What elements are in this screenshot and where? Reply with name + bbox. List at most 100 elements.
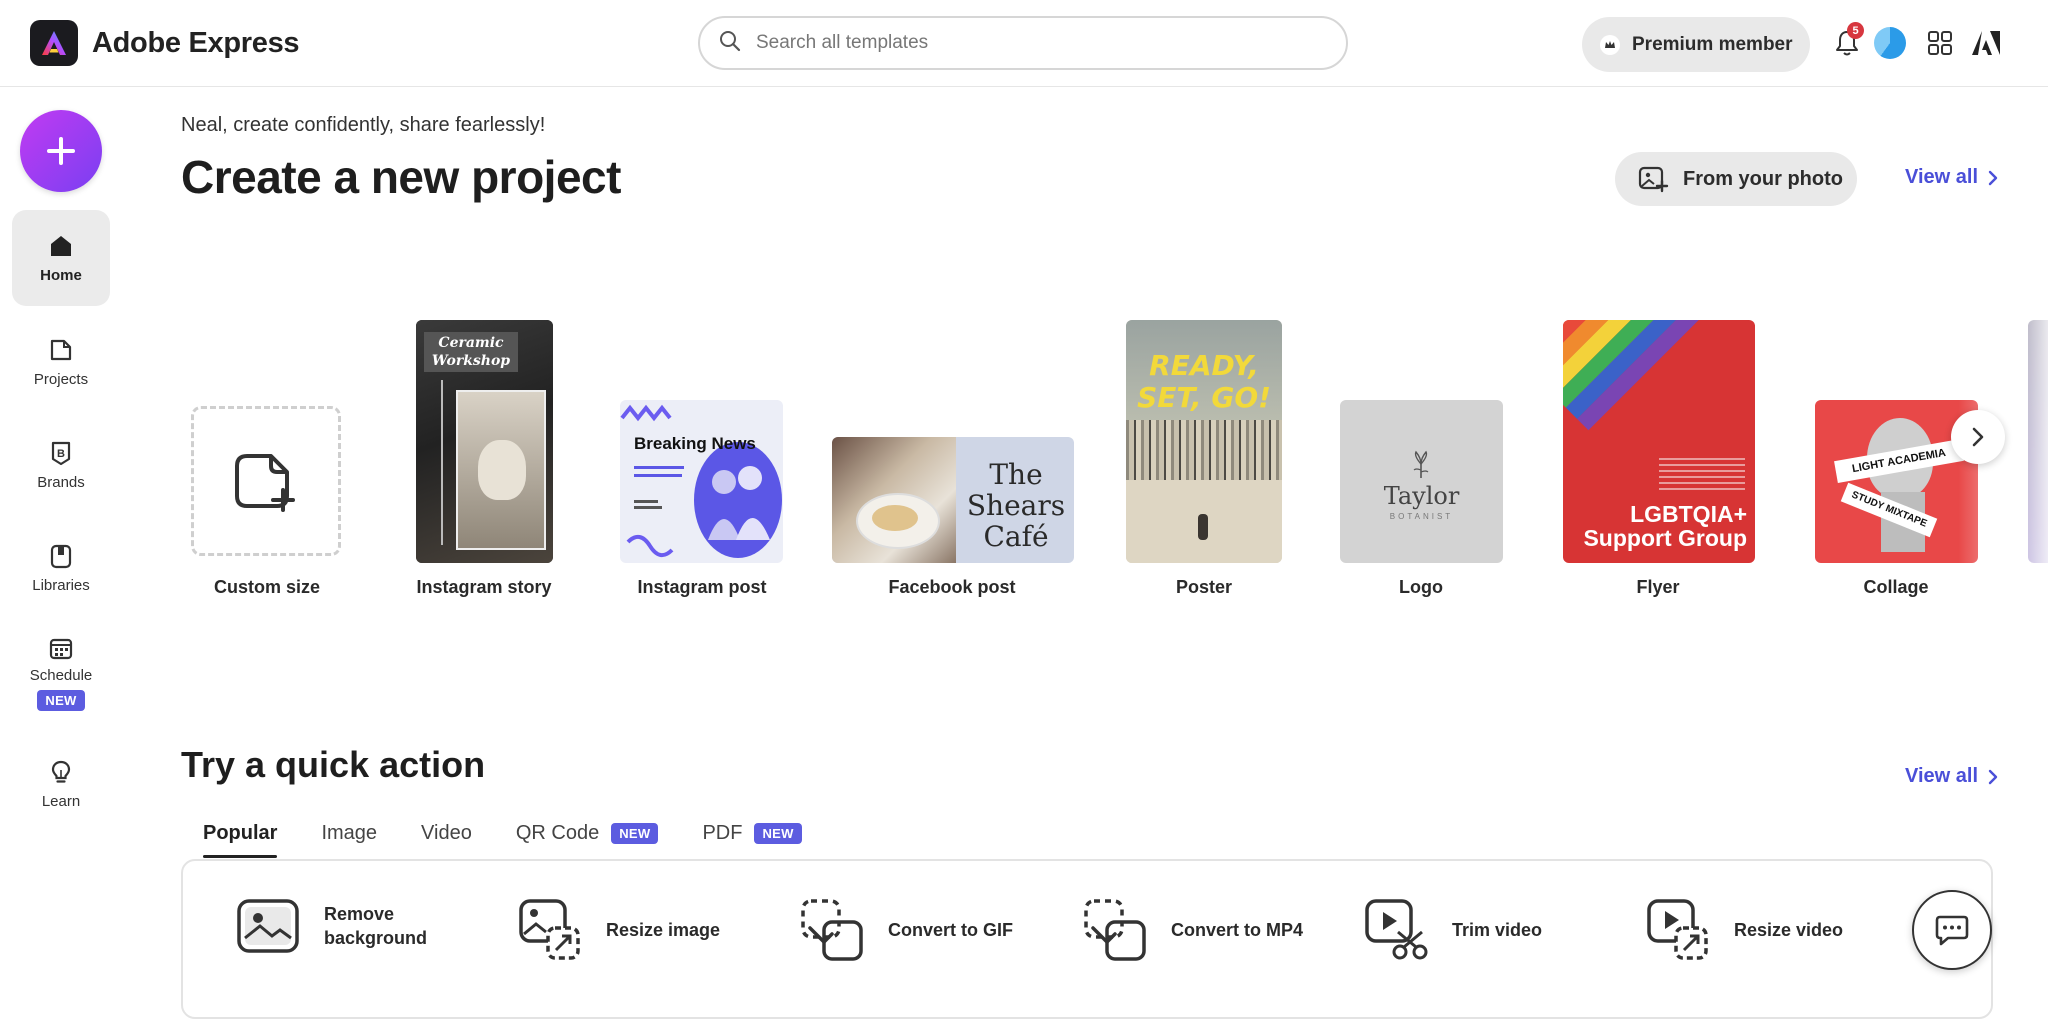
flyer-thumbnail: LGBTQIA+ Support Group [1563, 320, 1755, 563]
adobe-express-logo-icon [30, 20, 78, 66]
logo-thumbnail: Taylor BOTANIST [1340, 400, 1503, 563]
poster-thumbnail: READY, SET, GO! [1126, 320, 1282, 563]
new-badge: NEW [611, 822, 659, 844]
sidebar-item-learn[interactable]: Learn [12, 736, 110, 832]
tab-image[interactable]: Image [299, 808, 399, 858]
quick-action-label: Trim video [1452, 919, 1543, 940]
thumbnail-subtitle: BOTANIST [1389, 512, 1454, 521]
quick-action-tabs: Popular Image Video QR Code NEW PDF NEW [181, 808, 824, 858]
convert-gif-icon [801, 899, 863, 961]
thumbnail-title: LGBTQIA+ Support Group [1583, 501, 1747, 551]
sidebar-item-label: Brands [37, 473, 85, 491]
sidebar-item-brands[interactable]: B Brands [12, 417, 110, 513]
custom-size-thumbnail [191, 406, 341, 556]
sidebar-item-home[interactable]: Home [12, 210, 110, 306]
plus-icon [47, 137, 75, 165]
view-all-label: View all [1905, 765, 1979, 787]
tab-label: Image [321, 821, 378, 844]
new-badge: NEW [754, 822, 802, 844]
quick-action-resize-video[interactable]: Resize video [1646, 898, 1843, 962]
photo-sparkle-icon [1638, 166, 1669, 193]
template-label: Instagram post [637, 577, 767, 597]
brand[interactable]: Adobe Express [30, 20, 300, 66]
tab-label: QR Code [515, 821, 600, 844]
premium-member-button[interactable]: Premium member [1582, 17, 1810, 72]
adobe-logo-button[interactable] [1967, 24, 2005, 62]
chat-support-button[interactable] [1912, 890, 1992, 970]
resize-image-icon [519, 899, 580, 960]
create-new-button[interactable] [20, 110, 102, 192]
template-label: Custom size [213, 577, 321, 597]
home-icon [51, 235, 71, 256]
thumbnail-title: Taylor [1383, 482, 1460, 510]
chat-icon [1935, 915, 1969, 946]
convert-mp4-icon [1084, 899, 1146, 961]
notifications-button[interactable]: 5 [1828, 22, 1866, 62]
resize-video-icon [1647, 899, 1708, 960]
flower-icon [1413, 450, 1429, 478]
crown-icon [1600, 34, 1620, 55]
lightbulb-icon [51, 760, 71, 783]
thumbnail-title: The Shears Café [966, 458, 1066, 553]
quick-action-convert-gif[interactable]: Convert to GIF [800, 898, 1013, 962]
avatar [1874, 27, 1906, 59]
quick-actions-title: Try a quick action [181, 744, 486, 785]
template-label: Logo [1399, 577, 1443, 597]
from-your-photo-label: From your photo [1683, 167, 1843, 190]
sidebar-item-label: Libraries [32, 576, 90, 594]
sidebar-item-label: Learn [41, 792, 81, 810]
from-your-photo-button[interactable]: From your photo [1615, 152, 1857, 206]
notification-count-badge: 5 [1847, 22, 1864, 39]
template-label: Collage [1863, 577, 1929, 597]
calendar-icon [49, 638, 73, 660]
brand-icon: B [51, 441, 71, 465]
tab-popular[interactable]: Popular [181, 808, 299, 858]
sidebar-item-label: Projects [33, 370, 89, 388]
view-all-templates-link[interactable]: View all [1905, 166, 1998, 189]
template-label: Flyer [1636, 577, 1680, 597]
apps-grid-button[interactable] [1921, 24, 1959, 62]
tab-pdf[interactable]: PDF NEW [680, 808, 823, 858]
quick-action-convert-mp4[interactable]: Convert to MP4 [1083, 898, 1303, 962]
sidebar-item-label: Home [40, 266, 82, 284]
greeting-text: Neal, create confidently, share fearless… [181, 114, 546, 136]
sidebar: Home Projects B Brands Libraries Schedul… [0, 88, 122, 1005]
chevron-right-icon [1988, 769, 1998, 784]
sidebar-item-libraries[interactable]: Libraries [12, 520, 110, 616]
trim-video-icon [1365, 899, 1428, 960]
tab-label: PDF [702, 821, 743, 844]
new-file-plus-icon [235, 454, 295, 512]
sidebar-item-projects[interactable]: Projects [12, 314, 110, 410]
quick-action-label: Remove background [324, 903, 428, 948]
quick-action-label: Resize image [606, 919, 721, 940]
quick-action-remove-background[interactable]: Remove background [236, 898, 427, 954]
tab-video[interactable]: Video [399, 808, 494, 858]
top-bar: Adobe Express Premium member 5 [0, 0, 2048, 87]
carousel-next-button[interactable] [1951, 410, 2005, 464]
sidebar-item-label: Schedule [29, 667, 93, 684]
tab-qr-code[interactable]: QR Code NEW [494, 808, 681, 858]
view-all-quick-actions-link[interactable]: View all [1905, 765, 1998, 788]
chevron-right-icon [1972, 427, 1984, 447]
thumbnail-title: READY, SET, GO! [1137, 349, 1271, 414]
quick-action-resize-image[interactable]: Resize image [518, 898, 720, 962]
apps-grid-icon [1928, 31, 1952, 55]
quick-action-label: Convert to MP4 [1171, 919, 1304, 940]
instagram-story-thumbnail: Ceramic Workshop [416, 320, 553, 563]
premium-label: Premium member [1632, 33, 1793, 55]
new-badge: NEW [37, 690, 85, 711]
remove-background-icon [237, 899, 299, 953]
sidebar-item-schedule[interactable]: Schedule NEW [12, 618, 110, 728]
search-bar[interactable] [698, 16, 1348, 70]
template-label: Instagram story [416, 577, 552, 597]
libraries-icon [50, 544, 72, 568]
thumbnail-title: Breaking News [634, 434, 756, 453]
page-title: Create a new project [181, 151, 621, 203]
quick-action-trim-video[interactable]: Trim video [1364, 898, 1542, 962]
search-icon [718, 29, 742, 58]
projects-icon [50, 339, 72, 360]
tab-label: Popular [203, 821, 278, 844]
user-avatar[interactable] [1871, 24, 1909, 62]
search-input[interactable] [754, 31, 1318, 55]
facebook-post-thumbnail: The Shears Café [832, 437, 1074, 563]
